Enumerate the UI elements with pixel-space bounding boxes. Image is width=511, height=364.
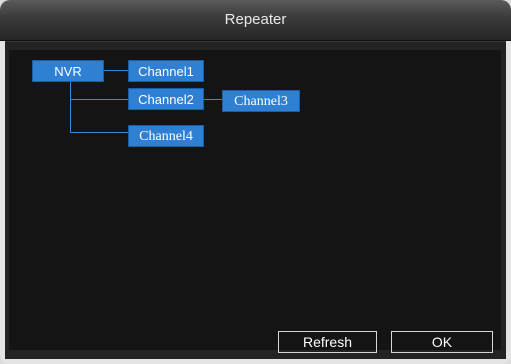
channel2-node[interactable]: Channel2 bbox=[128, 88, 204, 110]
title-bar: Repeater bbox=[0, 0, 511, 41]
connector-root-channel1 bbox=[103, 70, 129, 71]
repeater-window: Repeater NVR Channel1 Channel2 Channel3 … bbox=[0, 0, 511, 364]
window-title: Repeater bbox=[224, 11, 287, 28]
channel3-node[interactable]: Channel3 bbox=[222, 90, 300, 112]
connector-vertical-trunk bbox=[70, 81, 71, 133]
topology-area: NVR Channel1 Channel2 Channel3 Channel4 bbox=[9, 50, 501, 350]
ok-button[interactable]: OK bbox=[391, 331, 493, 353]
content-panel: NVR Channel1 Channel2 Channel3 Channel4 bbox=[5, 41, 506, 359]
channel1-node[interactable]: Channel1 bbox=[128, 60, 204, 82]
connector-channel2-channel3 bbox=[204, 99, 223, 100]
refresh-button[interactable]: Refresh bbox=[278, 331, 377, 353]
connector-trunk-channel2 bbox=[70, 99, 129, 100]
channel4-node[interactable]: Channel4 bbox=[128, 125, 204, 147]
connector-trunk-channel4 bbox=[70, 132, 129, 133]
nvr-node[interactable]: NVR bbox=[32, 60, 104, 82]
